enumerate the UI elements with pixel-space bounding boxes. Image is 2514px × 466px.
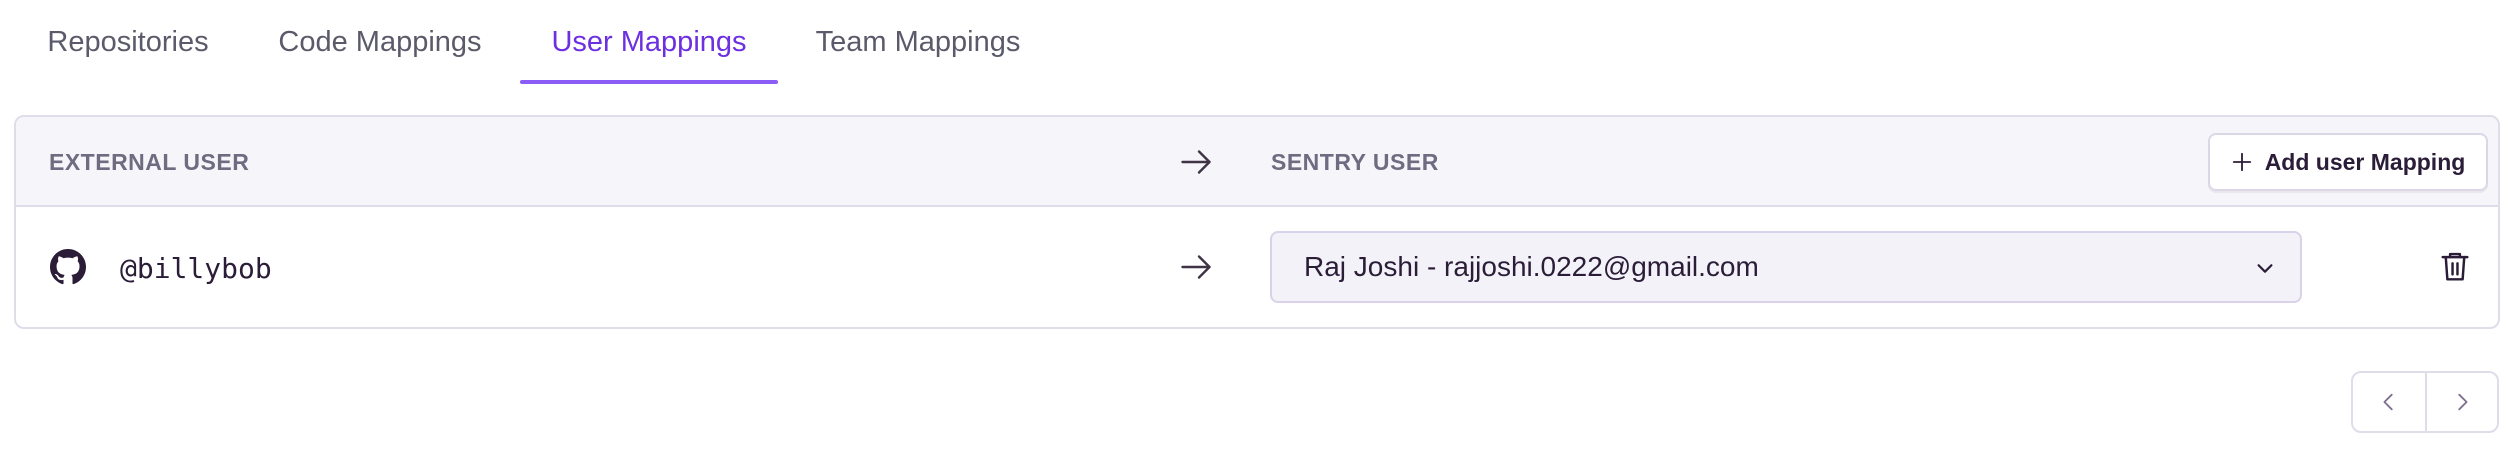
sentry-user-header: SENTRY USER bbox=[1271, 148, 1439, 175]
tab-team-mappings[interactable]: Team Mappings bbox=[808, 0, 1028, 84]
previous-page-button[interactable] bbox=[2353, 373, 2425, 431]
next-page-button[interactable] bbox=[2424, 373, 2497, 431]
chevron-left-icon bbox=[2383, 393, 2393, 411]
external-username: @billybob bbox=[120, 251, 272, 285]
tab-repositories[interactable]: Repositories bbox=[28, 0, 228, 84]
panel-header: EXTERNAL USER SENTRY USER Add user Mappi… bbox=[16, 117, 2498, 207]
tab-bar: Repositories Code Mappings User Mappings… bbox=[0, 0, 2514, 86]
external-user-header: EXTERNAL USER bbox=[49, 148, 250, 175]
add-user-mapping-label: Add user Mapping bbox=[2264, 148, 2466, 175]
trash-icon[interactable] bbox=[2440, 251, 2470, 283]
table-row: @billybob Raj Joshi - rajjoshi.0222@gmai… bbox=[16, 209, 2498, 327]
plus-icon bbox=[2232, 152, 2251, 172]
tab-code-mappings[interactable]: Code Mappings bbox=[262, 0, 498, 84]
tab-user-mappings[interactable]: User Mappings bbox=[524, 0, 774, 84]
user-mappings-panel: EXTERNAL USER SENTRY USER Add user Mappi… bbox=[14, 115, 2500, 329]
sentry-user-select-value: Raj Joshi - rajjoshi.0222@gmail.com bbox=[1304, 251, 1759, 282]
arrow-right-icon bbox=[1181, 150, 1211, 174]
arrow-right-icon bbox=[1181, 255, 1211, 279]
active-tab-indicator bbox=[520, 80, 778, 84]
sentry-user-select[interactable]: Raj Joshi - rajjoshi.0222@gmail.com bbox=[1270, 231, 2302, 303]
add-user-mapping-button[interactable]: Add user Mapping bbox=[2208, 133, 2488, 191]
github-icon bbox=[50, 249, 86, 285]
chevron-down-icon bbox=[2257, 264, 2273, 273]
pagination bbox=[2351, 371, 2499, 433]
chevron-right-icon bbox=[2458, 393, 2468, 411]
